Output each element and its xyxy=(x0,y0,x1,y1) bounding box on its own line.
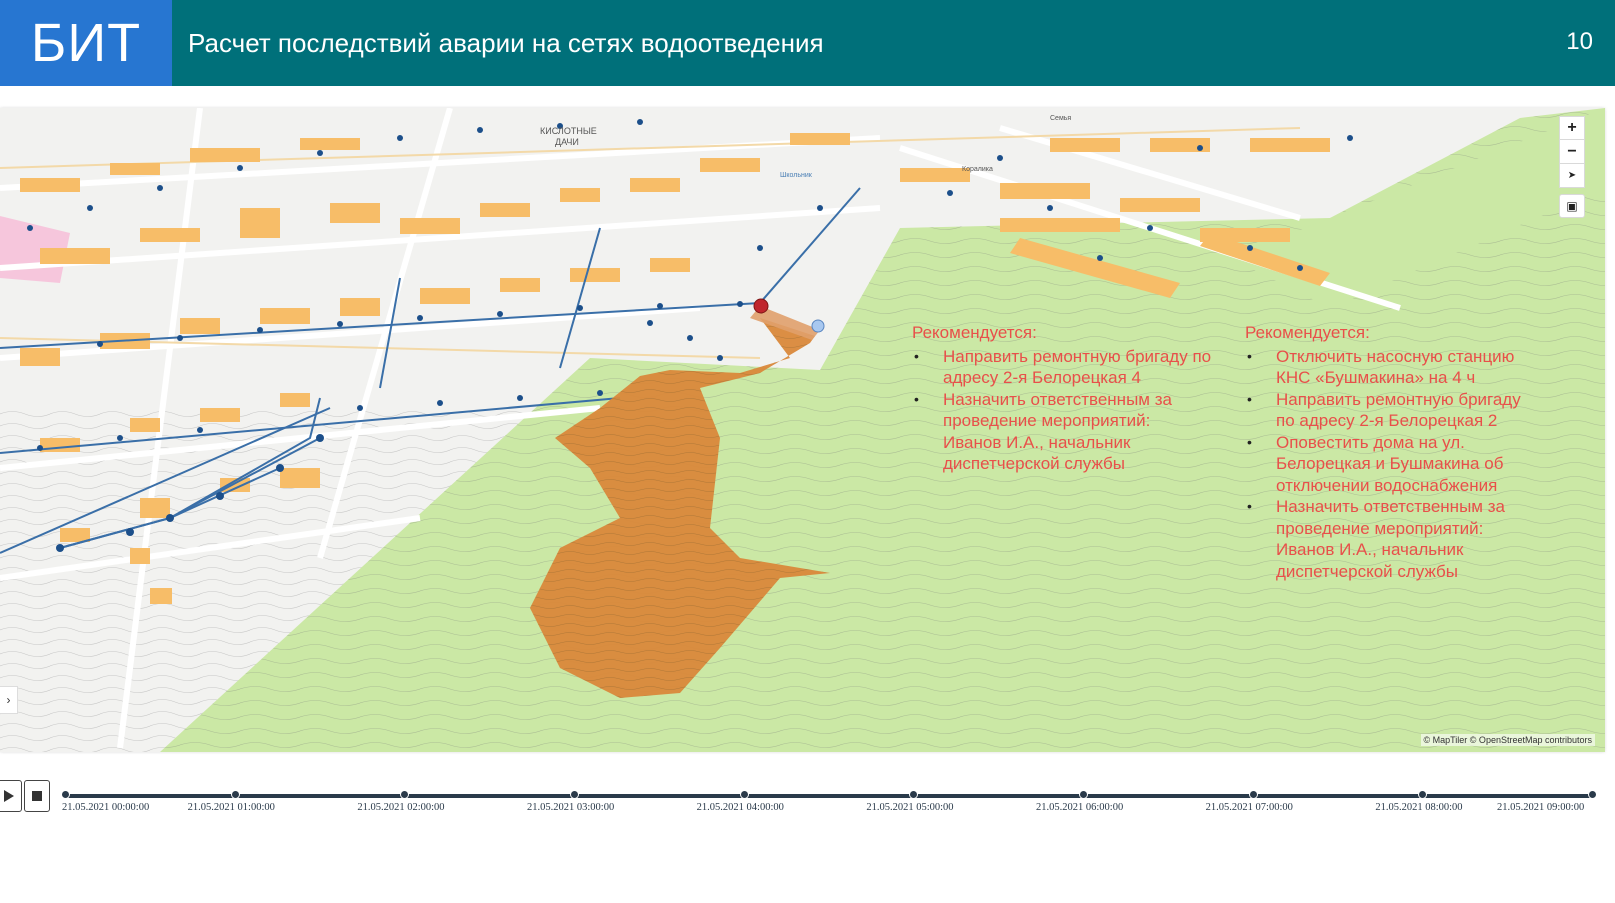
sidebar-toggle-button[interactable]: › xyxy=(0,686,18,714)
zoom-out-button[interactable]: − xyxy=(1559,140,1585,164)
recommendation-item: Отключить насосную станцию КНС «Бушмакин… xyxy=(1245,346,1530,389)
play-icon xyxy=(4,790,14,802)
outlet-point[interactable] xyxy=(811,319,825,333)
timeline-tick[interactable] xyxy=(1248,790,1258,799)
map-view[interactable]: КИСЛОТНЫЕ ДАЧИ Школьник Коралика Семья Р… xyxy=(0,108,1605,752)
timeline-label: 21.05.2021 00:00:00 xyxy=(62,802,150,813)
logo-text: БИТ xyxy=(30,13,142,73)
recommendation-title: Рекомендуется: xyxy=(912,323,1037,342)
timeline-label: 21.05.2021 04:00:00 xyxy=(696,802,784,813)
recommendation-item: Назначить ответственным за проведение ме… xyxy=(1245,496,1530,582)
recommendation-item: Направить ремонтную бригаду по адресу 2-… xyxy=(912,346,1212,389)
slide-number: 10 xyxy=(1566,28,1593,55)
stop-button[interactable] xyxy=(24,780,50,812)
timeline-tick[interactable] xyxy=(1588,790,1597,799)
place-label: ДАЧИ xyxy=(555,137,579,147)
place-label: Школьник xyxy=(780,172,813,179)
slide-header: БИТ Расчет последствий аварии на сетях в… xyxy=(0,0,1615,86)
compass-button[interactable]: ➤ xyxy=(1559,164,1585,188)
timeline-label: 21.05.2021 01:00:00 xyxy=(187,802,275,813)
place-label: КИСЛОТНЫЕ xyxy=(540,126,597,136)
timeline-label: 21.05.2021 09:00:00 xyxy=(1497,802,1585,813)
timeline-tick[interactable] xyxy=(570,790,579,799)
zoom-in-button[interactable]: + xyxy=(1559,116,1585,140)
timeline-track[interactable] xyxy=(66,794,1593,798)
recommendation-list: Направить ремонтную бригаду по адресу 2-… xyxy=(912,346,1212,475)
map-attribution[interactable]: © MapTiler © OpenStreetMap contributors xyxy=(1420,734,1595,746)
accident-point[interactable] xyxy=(753,298,769,314)
timeline-tick[interactable] xyxy=(230,790,240,799)
recommendation-item: Оповестить дома на ул. Белорецкая и Бушм… xyxy=(1245,432,1530,497)
timeline-label: 21.05.2021 07:00:00 xyxy=(1205,802,1293,813)
place-label: Коралика xyxy=(962,166,993,173)
layers-button[interactable]: ▣ xyxy=(1559,194,1585,218)
stop-icon xyxy=(32,791,42,801)
timeline-label: 21.05.2021 08:00:00 xyxy=(1375,802,1463,813)
map-controls: + − ➤ ▣ xyxy=(1559,116,1585,218)
timeline-tick[interactable] xyxy=(61,790,70,799)
timeline-label: 21.05.2021 06:00:00 xyxy=(1036,802,1124,813)
timeline-tick[interactable] xyxy=(1079,790,1088,799)
logo: БИТ xyxy=(0,0,172,86)
place-label: Семья xyxy=(1050,115,1071,122)
timeline-label: 21.05.2021 02:00:00 xyxy=(357,802,445,813)
recommendation-panel-left: Рекомендуется: Направить ремонтную брига… xyxy=(912,322,1212,475)
recommendation-list: Отключить насосную станцию КНС «Бушмакин… xyxy=(1245,346,1530,583)
slide-title: Расчет последствий аварии на сетях водоо… xyxy=(188,28,824,58)
timeline-label: 21.05.2021 03:00:00 xyxy=(527,802,615,813)
recommendation-item: Направить ремонтную бригаду по адресу 2-… xyxy=(1245,389,1530,432)
recommendation-panel-right: Рекомендуется: Отключить насосную станци… xyxy=(1245,322,1530,582)
recommendation-title: Рекомендуется: xyxy=(1245,323,1370,342)
play-button[interactable] xyxy=(0,780,22,812)
timeline-label: 21.05.2021 05:00:00 xyxy=(866,802,954,813)
timeline-tick[interactable] xyxy=(739,790,749,799)
timeline: 21.05.2021 00:00:00 21.05.2021 01:00:00 21… xyxy=(0,780,1615,830)
recommendation-item: Назначить ответственным за проведение ме… xyxy=(912,389,1212,475)
